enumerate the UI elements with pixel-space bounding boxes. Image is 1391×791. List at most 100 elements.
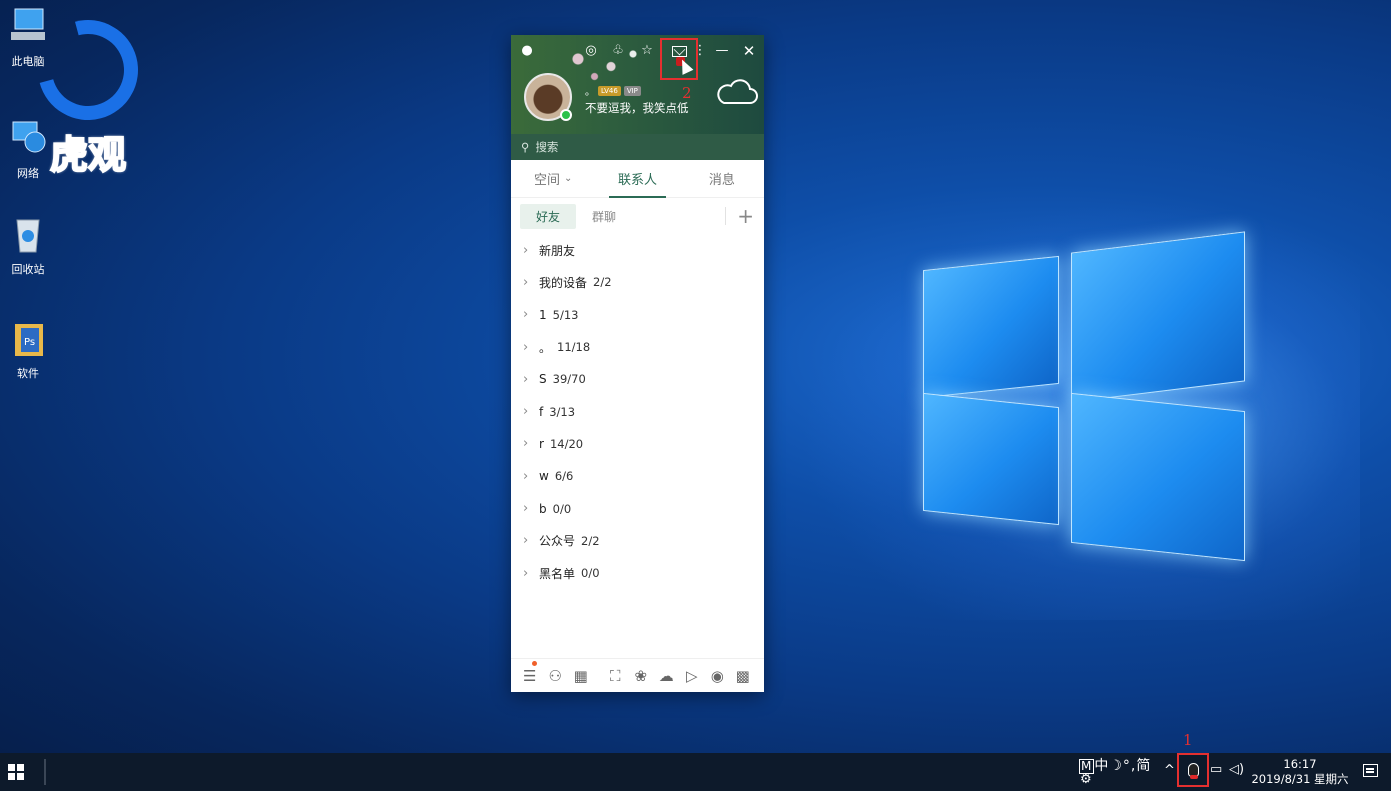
- tray-expand-icon[interactable]: ^: [1164, 763, 1175, 778]
- group-1[interactable]: › 1 5/13: [511, 299, 764, 331]
- app-manager-icon[interactable]: ▦: [568, 667, 594, 685]
- clock-date: 2019/8/31 星期六: [1251, 772, 1349, 786]
- add-friend-icon[interactable]: ⚇: [543, 667, 569, 685]
- group-r[interactable]: › r 14/20: [511, 428, 764, 460]
- signature[interactable]: 不要逗我，我笑点低: [585, 100, 689, 116]
- weather-icon[interactable]: ◎: [583, 43, 599, 59]
- group-count: 11/18: [557, 340, 591, 355]
- contact-subtabs: 好友 群聊 +: [511, 198, 764, 234]
- ime-script: 简: [1136, 758, 1152, 774]
- desktop-icon-network[interactable]: 网络: [0, 118, 58, 181]
- group-w[interactable]: › w 6/6: [511, 460, 764, 492]
- tab-contacts[interactable]: 联系人: [595, 160, 679, 198]
- group-name: 我的设备: [539, 275, 588, 290]
- chevron-right-icon: ›: [523, 565, 529, 581]
- group-name: 1: [539, 307, 547, 322]
- app-grid-icon[interactable]: ▩: [730, 667, 756, 685]
- group-official-accounts[interactable]: › 公众号 2/2: [511, 525, 764, 557]
- tab-label: 消息: [708, 173, 735, 188]
- wallpaper-pane-bl: [923, 392, 1059, 526]
- nickname[interactable]: 。: [585, 83, 595, 98]
- qq-main-window: ● ◎ ♧ ☆ 2 ⋮ — ✕ 。 LV46 VIP 不要逗我，我笑点低 ⚲ 搜…: [511, 35, 764, 692]
- chevron-right-icon: ›: [523, 371, 529, 387]
- notification-dot: [532, 660, 537, 666]
- cloud-icon[interactable]: [714, 77, 758, 107]
- ime-lang: 中: [1094, 758, 1110, 774]
- group-s[interactable]: › S 39/70: [511, 363, 764, 395]
- skin-icon[interactable]: ♧: [610, 43, 626, 59]
- pet-icon[interactable]: ❀: [628, 667, 654, 685]
- group-count: 2/2: [593, 275, 612, 290]
- subtab-divider: [725, 207, 726, 225]
- add-button[interactable]: +: [737, 204, 754, 228]
- main-menu-icon[interactable]: ☰: [517, 660, 543, 685]
- close-icon[interactable]: ✕: [741, 43, 757, 59]
- volume-icon[interactable]: ◁): [1229, 762, 1244, 777]
- group-b[interactable]: › b 0/0: [511, 492, 764, 524]
- online-status-dot[interactable]: [560, 109, 572, 121]
- group-name: b: [539, 501, 547, 516]
- windows-logo-tile: [8, 773, 15, 780]
- main-tabs: 空间 ⌄ 联系人 消息: [511, 160, 764, 198]
- minimize-icon[interactable]: —: [714, 43, 730, 59]
- recycle-bin-icon: [16, 219, 40, 253]
- search-icon: ⚲: [521, 140, 530, 154]
- chevron-right-icon: ›: [523, 501, 529, 517]
- qq-bell-icon[interactable]: ●: [519, 43, 535, 59]
- chevron-down-icon: ⌄: [563, 173, 573, 184]
- group-name: w: [539, 469, 549, 484]
- desktop-icon-this-pc[interactable]: 此电脑: [0, 6, 58, 69]
- desktop-icon-label: 回收站: [11, 263, 45, 276]
- group-name: 公众号: [539, 534, 576, 549]
- level-badge[interactable]: LV46: [598, 85, 621, 96]
- group-count: 0/0: [581, 566, 600, 581]
- desktop-icon-software[interactable]: Ps 软件: [0, 318, 58, 381]
- group-name: r: [539, 436, 544, 451]
- desktop-icon-recycle-bin[interactable]: 回收站: [0, 214, 58, 277]
- group-dot[interactable]: › 。 11/18: [511, 331, 764, 363]
- folder-icon: Ps: [15, 324, 43, 356]
- group-name: 。: [539, 340, 552, 355]
- action-center-icon[interactable]: [1363, 764, 1378, 777]
- group-my-devices[interactable]: › 我的设备 2/2: [511, 266, 764, 298]
- ime-moon-icon: ☽: [1109, 758, 1123, 774]
- group-blacklist[interactable]: › 黑名单 0/0: [511, 557, 764, 589]
- ime-settings-icon[interactable]: ⚙: [1080, 772, 1092, 787]
- desktop-icon-label: 软件: [17, 367, 39, 380]
- network-icon: [12, 121, 46, 153]
- vip-badge[interactable]: VIP: [623, 85, 641, 96]
- chevron-right-icon: ›: [523, 339, 529, 355]
- group-name: 黑名单: [539, 566, 576, 581]
- group-new-friends[interactable]: › 新朋友: [511, 234, 764, 266]
- search-placeholder: 搜索: [535, 140, 559, 154]
- windows-logo-tile: [8, 764, 15, 771]
- user-badges: 。 LV46 VIP: [585, 83, 641, 98]
- group-f[interactable]: › f 3/13: [511, 395, 764, 427]
- penguin-icon: [1188, 763, 1199, 779]
- music-icon[interactable]: ◉: [705, 667, 731, 685]
- tab-qzone[interactable]: 空间 ⌄: [511, 160, 595, 197]
- network-status-icon[interactable]: ▭: [1210, 762, 1222, 777]
- ime-punct: °,: [1122, 758, 1137, 774]
- subtab-groups[interactable]: 群聊: [576, 204, 632, 229]
- clock[interactable]: 16:17 2019/8/31 星期六: [1250, 757, 1350, 787]
- chevron-right-icon: ›: [523, 468, 529, 484]
- more-icon[interactable]: ⋮: [692, 43, 708, 59]
- search-bar[interactable]: ⚲ 搜索: [511, 134, 764, 160]
- taskbar-separator: [44, 759, 46, 785]
- group-count: 14/20: [549, 436, 584, 451]
- wallpaper-pane-br: [1071, 392, 1245, 562]
- group-name: f: [539, 404, 544, 419]
- subtab-friends[interactable]: 好友: [520, 203, 577, 229]
- favorite-icon[interactable]: ☆: [639, 43, 655, 59]
- game-icon[interactable]: ⛶: [603, 667, 629, 685]
- qq-tray-icon[interactable]: [1177, 753, 1209, 787]
- clock-time: 16:17: [1283, 757, 1317, 771]
- tab-messages[interactable]: 消息: [680, 160, 764, 197]
- taskbar: M 中☽°,简 ⚙ ^ 1 ▭ ◁) 16:17 2019/8/31 星期六: [0, 731, 1391, 791]
- video-icon[interactable]: ▷: [679, 667, 705, 685]
- weiyun-icon[interactable]: ☁: [654, 667, 680, 685]
- start-button[interactable]: [8, 764, 24, 780]
- windows-logo-tile: [17, 773, 24, 780]
- desktop-icon-label: 此电脑: [11, 55, 45, 68]
